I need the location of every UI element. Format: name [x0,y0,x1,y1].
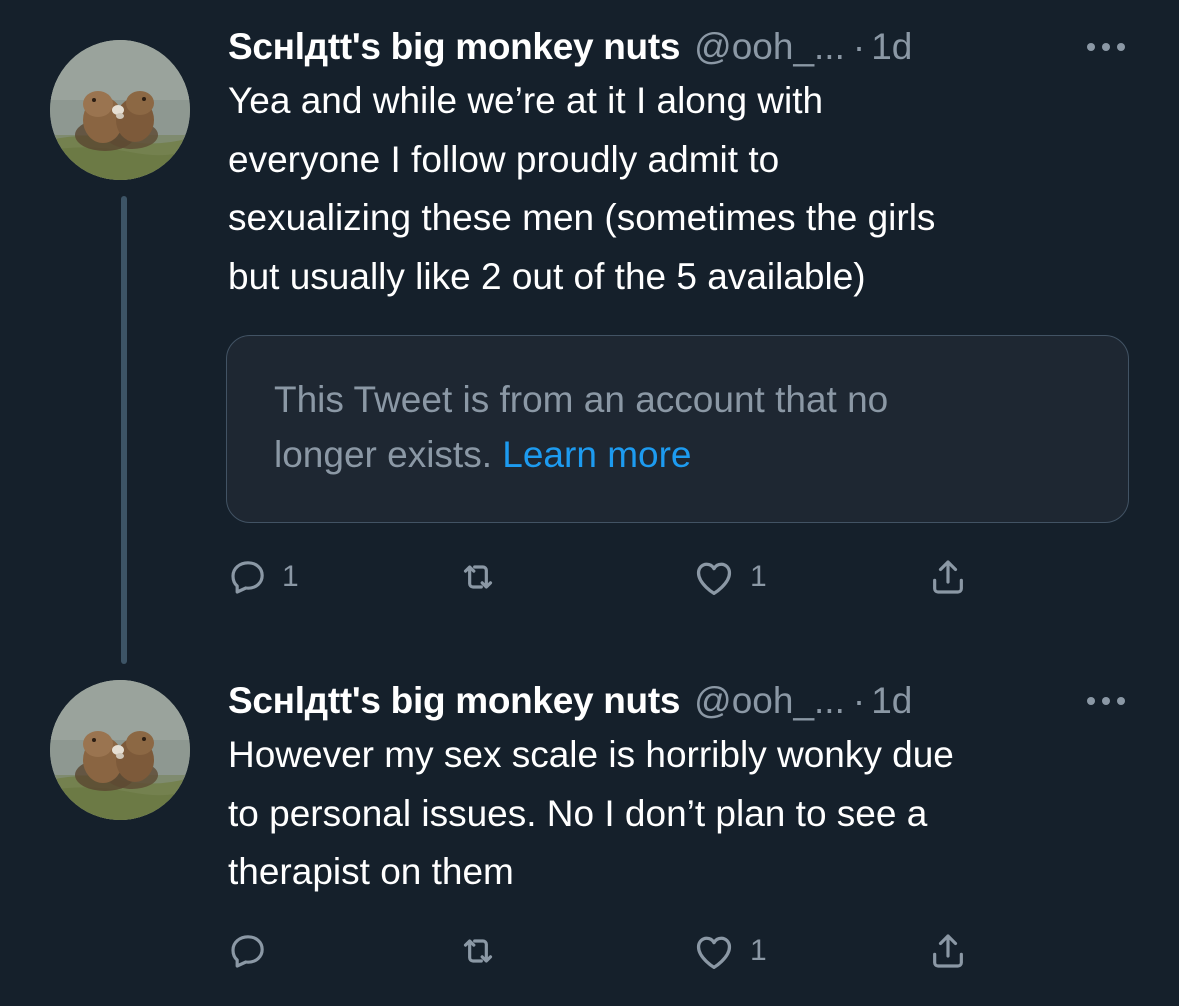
timestamp[interactable]: 1d [871,676,912,726]
otter-avatar-image [50,680,190,820]
user-handle[interactable]: @ooh_... [694,22,845,72]
like-count: 1 [750,560,767,593]
display-name[interactable]: Scнlдtt's big monkey nuts [228,676,680,726]
more-options-button[interactable] [1081,22,1131,72]
reply-count: 1 [282,560,299,593]
share-icon [933,560,963,594]
user-handle[interactable]: @ooh_... [694,676,845,726]
tweet-1[interactable]: Scнlдtt's big monkey nuts @ooh_... · 1d … [0,0,1179,670]
separator-dot: · [852,26,866,67]
avatar[interactable] [50,680,190,820]
otter-avatar-image [50,40,190,180]
share-button[interactable] [928,552,968,602]
heart-icon [696,562,732,595]
more-options-icon [1087,697,1125,705]
tweet-text: Yea and while we’re at it I along with e… [228,80,936,297]
share-icon [933,934,963,968]
unavailable-notice: This Tweet is from an account that no lo… [274,372,1088,482]
tweet-header: Scнlдtt's big monkey nuts @ooh_... · 1d [228,22,1131,72]
display-name[interactable]: Scнlдtt's big monkey nuts [228,22,680,72]
retweet-button[interactable] [458,552,512,602]
tweet-header: Scнlдtt's big monkey nuts @ooh_... · 1d [228,676,1131,726]
tweet-actions: 1 1 [228,552,988,602]
reply-button[interactable]: 1 [228,552,299,602]
avatar[interactable] [50,40,190,180]
like-button[interactable]: 1 [692,552,767,602]
tweet-text: However my sex scale is horribly wonky d… [228,734,954,892]
like-count: 1 [750,934,767,967]
retweet-icon [463,565,493,589]
tweet-2[interactable]: Scнlдtt's big monkey nuts @ooh_... · 1d … [0,670,1179,1006]
tweet-content: Scнlдtt's big monkey nuts @ooh_... · 1d … [228,676,1131,902]
tweet-content: Scнlдtt's big monkey nuts @ooh_... · 1d … [228,22,1131,306]
more-options-button[interactable] [1081,676,1131,726]
separator-dot: · [852,680,866,721]
share-button[interactable] [928,926,968,976]
quoted-tweet-unavailable[interactable]: This Tweet is from an account that no lo… [226,335,1129,523]
reply-button[interactable] [228,926,282,976]
timestamp[interactable]: 1d [871,22,912,72]
heart-icon [696,936,732,969]
reply-icon [231,935,264,968]
tweet-actions: 1 [228,926,988,976]
thread-connector-line [121,196,127,664]
reply-icon [231,561,264,594]
retweet-icon [463,939,493,963]
retweet-button[interactable] [458,926,512,976]
learn-more-link[interactable]: Learn more [502,434,691,475]
like-button[interactable]: 1 [692,926,767,976]
more-options-icon [1087,43,1125,51]
